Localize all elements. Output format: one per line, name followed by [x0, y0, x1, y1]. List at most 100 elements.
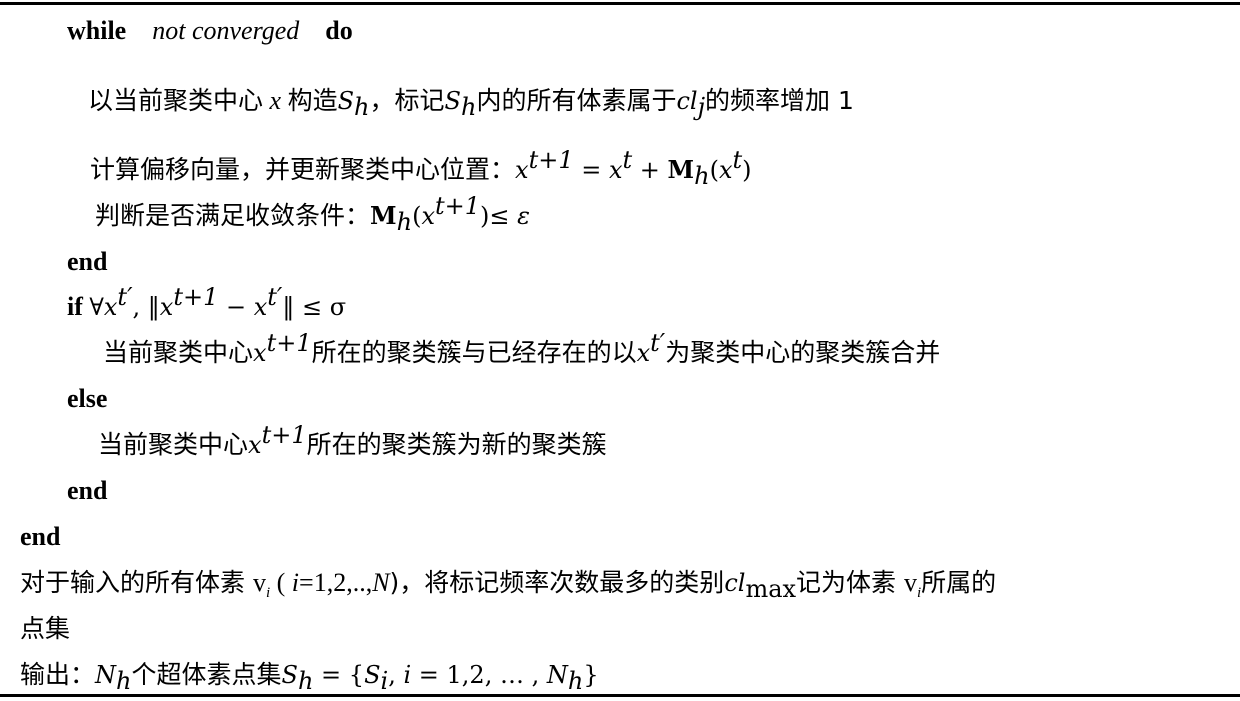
text: 当前聚类中心: [103, 338, 254, 367]
var-x: x: [718, 156, 733, 184]
end-while-line: end: [67, 245, 107, 279]
var-x: x: [253, 293, 268, 321]
text: 记为体素: [796, 568, 904, 597]
comma: ,: [132, 293, 148, 321]
keyword-end: end: [67, 247, 108, 276]
var-x: x: [253, 339, 267, 367]
var-N: N: [546, 661, 568, 689]
end-outer-line: end: [20, 520, 60, 554]
keyword-do: do: [325, 16, 353, 45]
text: 当前聚类中心: [98, 430, 249, 459]
sub-h: h: [567, 667, 584, 695]
keyword-end: end: [67, 476, 108, 505]
var-N: N: [95, 661, 117, 689]
paren: ): [480, 202, 490, 230]
var-x: x: [269, 86, 282, 115]
text: 对于输入的所有体素: [20, 568, 253, 597]
text: 以当前聚类中心: [88, 86, 264, 115]
sup: t′: [267, 283, 283, 311]
sup: t+1: [434, 192, 481, 220]
forall-symbol: ∀: [89, 293, 104, 321]
var-x: x: [636, 339, 651, 367]
assign-line: 对于输入的所有体素 vi ( i=1,2,..,N)，将标记频率次数最多的类别c…: [20, 566, 997, 603]
text: 判断是否满足收敛条件：: [95, 201, 371, 230]
var-cl: cl: [724, 569, 746, 597]
text: 点集: [20, 614, 71, 643]
var-i: i: [403, 661, 412, 689]
var-x: x: [159, 293, 174, 321]
new-cluster-line: 当前聚类中心xt+1所在的聚类簇为新的聚类簇: [98, 423, 607, 462]
sub-h: h: [116, 667, 132, 695]
sub-max: max: [745, 575, 797, 603]
var-S: S: [337, 87, 355, 115]
construct-line: 以当前聚类中心 x 构造Sh，标记Sh内的所有体素属于clj的频率增加 1: [88, 84, 854, 121]
op-minus: −: [218, 293, 254, 321]
sub-h: h: [297, 667, 314, 695]
var-M: M: [667, 155, 695, 184]
sub-h: h: [694, 162, 710, 190]
sub-h: h: [396, 208, 413, 236]
op-eq: = {: [313, 661, 365, 689]
text: 输出：: [20, 660, 96, 689]
check-line: 判断是否满足收敛条件：Mh(xt+1)≤ ε: [95, 194, 530, 236]
paren: ): [742, 156, 752, 184]
keyword-else: else: [67, 384, 108, 413]
text: 为聚类中心的聚类簇合并: [665, 338, 941, 367]
var-i: i: [291, 568, 300, 597]
top-rule: [0, 2, 1240, 5]
else-line: else: [67, 382, 107, 416]
paren: (: [709, 156, 719, 184]
comma: ,: [388, 661, 404, 689]
var-x: x: [515, 156, 529, 184]
merge-line: 当前聚类中心xt+1所在的聚类簇与已经存在的以xt′为聚类中心的聚类簇合并: [103, 331, 941, 370]
var-x: x: [608, 156, 623, 184]
text: 的频率增加 1: [705, 86, 854, 115]
op-le: ≤: [294, 293, 330, 321]
norm-bar: ‖: [147, 293, 160, 321]
text: 构造: [287, 86, 338, 115]
var-S: S: [444, 87, 461, 115]
brace: }: [583, 661, 599, 689]
sup: t+1: [528, 146, 574, 174]
var-S: S: [364, 661, 381, 689]
norm-bar: ‖: [282, 293, 295, 321]
var-cl: cl: [676, 87, 698, 115]
var-v: v: [904, 568, 917, 597]
assign-cont-line: 点集: [20, 612, 70, 646]
loop-condition: not converged: [152, 16, 300, 45]
var-sigma: σ: [329, 293, 347, 321]
text: 计算偏移向量，并更新聚类中心位置：: [90, 155, 516, 184]
sup: t+1: [266, 329, 312, 357]
bottom-rule: [0, 694, 1240, 697]
var-x: x: [103, 293, 118, 321]
text: ，标记: [369, 86, 445, 115]
output-line: 输出：Nh个超体素点集Sh = {Si, i = 1,2, … , Nh}: [20, 658, 599, 695]
sub-h: h: [460, 93, 477, 121]
var-S: S: [281, 661, 298, 689]
text: 所在的聚类簇与已经存在的以: [311, 338, 637, 367]
range: =1,2,..,: [299, 568, 373, 597]
sup: t+1: [173, 283, 219, 311]
text: 所属的: [921, 568, 997, 597]
text: 所在的聚类簇为新的聚类簇: [306, 430, 607, 459]
sub-j: j: [697, 93, 706, 121]
sub-h: h: [354, 93, 370, 121]
update-line: 计算偏移向量，并更新聚类中心位置：xt+1 = xt + Mh(xt): [90, 148, 752, 190]
text: )，将标记频率次数最多的类别: [389, 568, 725, 597]
var-M: M: [370, 201, 397, 230]
op-le: ≤: [489, 202, 518, 230]
var-x: x: [248, 431, 262, 459]
while-line: while not converged do: [67, 14, 353, 48]
range: = 1,2, … ,: [411, 661, 547, 689]
sup: t′: [117, 283, 133, 311]
sup: t: [732, 146, 743, 174]
text: 内的所有体素属于: [476, 86, 677, 115]
op-eq: =: [573, 156, 609, 184]
if-line: if ∀xt′, ‖xt+1 − xt′‖ ≤ σ: [67, 285, 347, 324]
var-x: x: [421, 202, 435, 230]
text: 个超体素点集: [131, 660, 282, 689]
text: (: [270, 568, 292, 597]
keyword-end: end: [20, 522, 61, 551]
keyword-if: if: [67, 292, 83, 321]
sup: t′: [650, 329, 666, 357]
